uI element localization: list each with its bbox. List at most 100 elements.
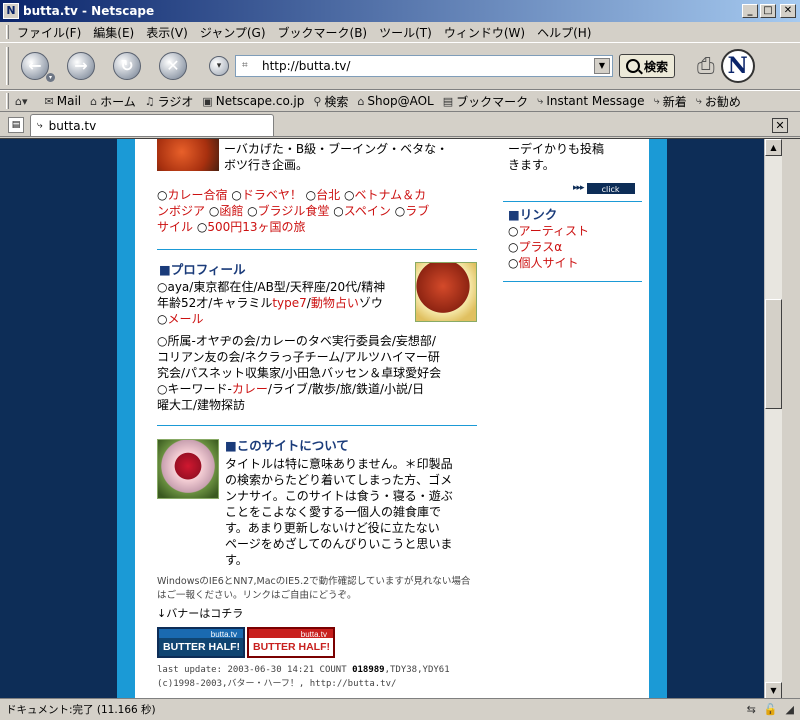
my-netscape-icon: ▣	[202, 94, 213, 108]
rose-photo	[157, 439, 219, 499]
menu-window[interactable]: ウィンドウ(W)	[444, 24, 525, 41]
url-dropdown-arrow-icon[interactable]: ▼	[594, 58, 610, 74]
curry-photo-top	[157, 139, 219, 171]
link-hakodate[interactable]: 函館	[219, 204, 243, 218]
personal-toolbar: ⌂▾ ✉ Mail ⌂ ホーム ♫ ラジオ ▣ Netscape.co.jp ⚲ 検索 ⌂…	[0, 90, 800, 112]
forward-button[interactable]: →	[67, 52, 95, 80]
link-curry-keyword[interactable]: カレー	[232, 382, 268, 396]
link-animal-fortune[interactable]: 動物占い	[311, 296, 359, 310]
url-history-dropdown-icon[interactable]: ▾	[209, 56, 229, 76]
notice-text: WindowsのIE6とNN7,MacのIE5.2で動作確認していますが見れない…	[157, 576, 471, 601]
magnifier-icon	[626, 59, 640, 73]
pb-home[interactable]: ⌂ ホーム	[90, 93, 136, 110]
banner-red[interactable]: butta.tv BUTTER HALF!	[247, 627, 335, 658]
link-personal-site[interactable]: 個人サイト	[518, 256, 578, 270]
link-vietnam[interactable]: ベトナム＆カ	[354, 188, 426, 202]
link-type7[interactable]: type7	[272, 296, 306, 310]
netscape-logo-icon[interactable]: N	[720, 49, 755, 83]
right-separator-2	[503, 281, 642, 282]
security-lock-icon[interactable]: 🔓	[764, 703, 778, 716]
link-mail[interactable]: メール	[167, 312, 203, 326]
stop-button[interactable]: ✕	[159, 52, 187, 80]
scrollbar-thumb[interactable]	[765, 299, 782, 409]
pb-instant-message[interactable]: ⤷ Instant Message	[537, 94, 644, 108]
tab-bar: ▤ ⤷ butta.tv ✕	[0, 113, 800, 137]
banner-note: ↓バナーはコチラ	[157, 607, 244, 620]
reload-icon: ↻	[120, 56, 134, 75]
link-section: ■リンク ○アーティスト ○プラスα ○個人サイト	[508, 207, 643, 271]
pb-recommend[interactable]: ⤷ お勧め	[696, 93, 741, 110]
link-taipei[interactable]: 台北	[316, 188, 340, 202]
banner-blue[interactable]: butta.tv BUTTER HALF!	[157, 627, 245, 658]
page-icon: ⌗	[242, 60, 248, 71]
search-button[interactable]: 検索	[619, 54, 676, 78]
print-icon[interactable]: ⎙	[697, 54, 715, 79]
about-text: タイトルは特に意味ありません。＊印製品 の検索からたどり着いてしまった方、ゴメ …	[225, 457, 453, 567]
hit-counter: 018989	[352, 665, 385, 675]
personalbar-grip	[6, 93, 9, 109]
menu-edit[interactable]: 編集(E)	[93, 24, 134, 41]
forward-arrow-icon: →	[74, 56, 88, 75]
link-curry-camp[interactable]: カレー合宿	[167, 188, 227, 202]
menu-bookmarks[interactable]: ブックマーク(B)	[278, 24, 368, 41]
menu-view[interactable]: 表示(V)	[146, 24, 188, 41]
tab-butta[interactable]: ⤷ butta.tv	[30, 114, 274, 136]
close-tab-button[interactable]: ✕	[772, 118, 788, 133]
link-brazil[interactable]: ブラジル食堂	[258, 204, 330, 218]
bookmark-link-icon: ⤷	[695, 94, 702, 107]
home-menu-button[interactable]: ⌂▾	[15, 95, 31, 108]
shop-icon: ⌂	[357, 94, 365, 108]
link-spain[interactable]: スペイン	[344, 204, 391, 218]
link-love-cont[interactable]: サイル	[157, 220, 193, 234]
pb-radio[interactable]: ♫ ラジオ	[145, 93, 194, 110]
menu-file[interactable]: ファイル(F)	[17, 24, 81, 41]
link-section-title: ■リンク	[508, 207, 558, 222]
pb-bookmarks[interactable]: ▤ ブックマーク	[443, 93, 528, 110]
link-love[interactable]: ラブ	[405, 204, 429, 218]
stop-icon: ✕	[166, 56, 180, 75]
click-button[interactable]: click	[586, 182, 635, 194]
status-text: ドキュメント:完了 (11.166 秒)	[6, 704, 156, 716]
link-artist[interactable]: アーティスト	[518, 224, 589, 238]
back-history-dropdown[interactable]: ▾	[46, 73, 55, 82]
pb-new[interactable]: ⤷ 新着	[654, 93, 687, 110]
profile-photo	[415, 262, 477, 322]
browser-viewport: ーバカげた・B級・ブーイング・ベタな・ ボツ行き企画。 ○カレー合宿 ○ドラベヤ…	[0, 138, 800, 698]
pb-mail[interactable]: ✉ Mail	[45, 94, 82, 108]
pb-netscape-jp[interactable]: ▣ Netscape.co.jp	[202, 94, 304, 108]
right-top-text: ーデイかりも投稿 きます。	[508, 142, 605, 172]
bookmark-link-icon: ⤷	[37, 120, 43, 131]
click-button-group[interactable]: ▸▸▸ click	[573, 180, 635, 196]
link-plus-alpha[interactable]: プラスα	[518, 240, 562, 254]
vertical-scrollbar[interactable]: ▲ ▼	[764, 139, 782, 698]
link-drabeya[interactable]: ドラベヤ！	[242, 188, 302, 202]
status-bar: ドキュメント:完了 (11.166 秒) ⇆ 🔓 ◢	[0, 698, 800, 720]
menubar-grip	[6, 25, 9, 39]
bookmark-link-icon: ⤷	[537, 94, 544, 107]
scroll-up-arrow-icon[interactable]: ▲	[765, 139, 782, 156]
netscape-app-icon: N	[3, 3, 19, 19]
link-500yen[interactable]: 500円13ヶ国の旅	[207, 220, 305, 234]
headphones-icon: ♫	[144, 94, 155, 108]
pb-search[interactable]: ⚲ 検索	[313, 93, 348, 110]
back-button[interactable]: ← ▾	[21, 52, 55, 82]
menu-tools[interactable]: ツール(T)	[379, 24, 432, 41]
home-menu-icon: ⌂▾	[15, 94, 28, 108]
reload-button[interactable]: ↻	[113, 52, 141, 80]
back-arrow-icon: ←	[28, 56, 42, 75]
profile-title: ■プロフィール	[159, 262, 246, 277]
pb-shop[interactable]: ⌂ Shop@AOL	[357, 94, 433, 108]
maximize-button[interactable]: □	[760, 4, 776, 18]
navigation-toolbar: ← ▾ → ↻ ✕ ▾ ⌗ http://butta.tv/ ▼ 検索 ⎙ N	[0, 42, 800, 90]
menu-help[interactable]: ヘルプ(H)	[537, 24, 591, 41]
page-content: ーバカげた・B級・ブーイング・ベタな・ ボツ行き企画。 ○カレー合宿 ○ドラベヤ…	[0, 139, 782, 698]
folder-icon: ▤	[442, 94, 454, 108]
scroll-down-arrow-icon[interactable]: ▼	[765, 682, 782, 698]
minimize-button[interactable]: _	[742, 4, 758, 18]
home-icon: ⌂	[90, 94, 98, 108]
link-vietnam-cont[interactable]: ンボジア	[157, 204, 205, 218]
sidebar-toggle-icon[interactable]: ▤	[8, 117, 24, 133]
close-window-button[interactable]: ✕	[780, 4, 796, 18]
url-field[interactable]: ⌗ http://butta.tv/ ▼	[235, 55, 613, 77]
menu-go[interactable]: ジャンプ(G)	[200, 24, 266, 41]
